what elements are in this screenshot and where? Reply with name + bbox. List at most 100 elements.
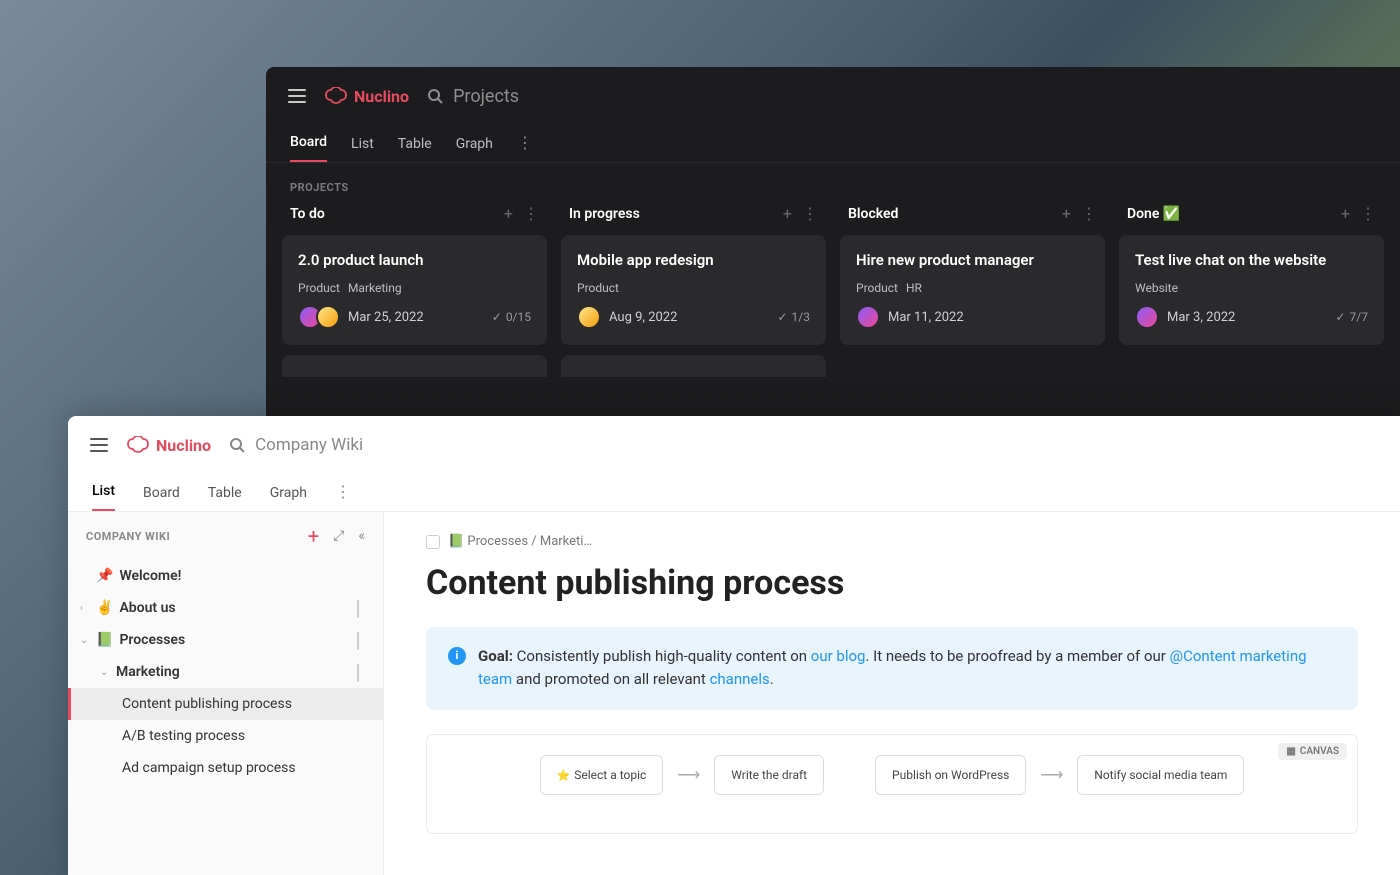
tag: Marketing — [348, 281, 402, 295]
callout-text: Goal: Consistently publish high-quality … — [478, 645, 1336, 692]
copy-icon[interactable] — [357, 633, 371, 647]
flow-node[interactable]: Notify social media team — [1077, 755, 1244, 795]
tab-graph[interactable]: Graph — [270, 485, 307, 511]
card-date: Mar 11, 2022 — [888, 310, 964, 325]
column-done: Done ✅ + ⋮ Test live chat on the website … — [1119, 204, 1384, 377]
tab-graph[interactable]: Graph — [456, 136, 493, 162]
card-stub[interactable] — [561, 355, 826, 377]
avatar — [1135, 305, 1159, 329]
tag: HR — [906, 281, 922, 295]
column-blocked: Blocked + ⋮ Hire new product manager Prod… — [840, 204, 1105, 377]
search-input[interactable]: Projects — [427, 86, 519, 107]
top-bar: Nuclino Projects — [266, 67, 1400, 125]
top-bar: Nuclino Company Wiki — [68, 416, 1400, 474]
tree-item-processes[interactable]: ⌄📗 Processes — [68, 624, 383, 656]
logo-text: Nuclino — [156, 436, 211, 455]
card[interactable]: Mobile app redesign Product Aug 9, 2022 … — [561, 235, 826, 345]
expand-icon[interactable]: ⤢ — [333, 528, 344, 544]
nuclino-logo[interactable]: Nuclino — [324, 87, 409, 106]
tree-item-about[interactable]: ›✌️ About us — [68, 592, 383, 624]
projects-window: Nuclino Projects Board List Table Graph … — [266, 67, 1400, 416]
card-title: Mobile app redesign — [577, 251, 810, 269]
tree-item-content-publishing[interactable]: Content publishing process — [68, 688, 383, 720]
flow-node[interactable]: Select a topic — [540, 755, 664, 795]
column-menu-icon[interactable]: ⋮ — [1081, 204, 1097, 223]
add-card-icon[interactable]: + — [504, 204, 513, 223]
tab-board[interactable]: Board — [143, 485, 180, 511]
checklist-icon: ✓ — [492, 310, 502, 324]
info-icon: i — [448, 647, 466, 665]
chevron-down-icon: ⌄ — [80, 635, 90, 646]
copy-icon[interactable] — [357, 601, 371, 615]
column-title: Done ✅ — [1127, 206, 1180, 222]
card[interactable]: Test live chat on the website Website Ma… — [1119, 235, 1384, 345]
avatar — [856, 305, 880, 329]
flow-diagram: Select a topic ⟶ Write the draft ⟶ Publi… — [445, 755, 1339, 795]
checkbox-icon[interactable] — [426, 535, 440, 549]
card-progress: ✓1/3 — [777, 310, 810, 324]
card-progress: ✓0/15 — [492, 310, 531, 324]
tree-item-ad-campaign[interactable]: Ad campaign setup process — [68, 752, 383, 784]
add-card-icon[interactable]: + — [1062, 204, 1071, 223]
card[interactable]: Hire new product manager ProductHR Mar 1… — [840, 235, 1105, 345]
tab-table[interactable]: Table — [398, 136, 432, 162]
menu-icon[interactable] — [90, 438, 108, 452]
logo-text: Nuclino — [354, 87, 409, 106]
tab-table[interactable]: Table — [208, 485, 242, 511]
avatar — [577, 305, 601, 329]
column-menu-icon[interactable]: ⋮ — [802, 204, 818, 223]
canvas-block[interactable]: ▦ CANVAS Select a topic ⟶ Write the draf… — [426, 734, 1358, 834]
page-content: 📗 Processes / Marketi… Content publishin… — [384, 512, 1400, 875]
channels-link[interactable]: channels — [710, 670, 770, 688]
book-icon: 📗 — [96, 632, 113, 648]
add-page-icon[interactable]: + — [308, 524, 319, 548]
card-progress: ✓7/7 — [1335, 310, 1368, 324]
card-date: Mar 25, 2022 — [348, 310, 424, 325]
column-title: Blocked — [848, 206, 898, 222]
victory-icon: ✌️ — [96, 600, 113, 616]
search-icon — [427, 88, 443, 104]
sidebar: COMPANY WIKI + ⤢ « 📌 Welcome! ›✌️ About … — [68, 512, 384, 875]
column-menu-icon[interactable]: ⋮ — [1360, 204, 1376, 223]
flow-node[interactable]: Publish on WordPress — [875, 755, 1026, 795]
column-menu-icon[interactable]: ⋮ — [523, 204, 539, 223]
wiki-window: Nuclino Company Wiki List Board Table Gr… — [68, 416, 1400, 875]
breadcrumb[interactable]: 📗 Processes / Marketi… — [426, 534, 1358, 549]
checklist-icon: ✓ — [1335, 310, 1345, 324]
tab-board[interactable]: Board — [290, 134, 327, 162]
tabs-more-icon[interactable]: ⋮ — [517, 133, 532, 162]
card-stub[interactable] — [282, 355, 547, 377]
tab-list[interactable]: List — [92, 483, 115, 511]
card-date: Mar 3, 2022 — [1167, 310, 1235, 325]
menu-icon[interactable] — [288, 89, 306, 103]
nuclino-logo[interactable]: Nuclino — [126, 436, 211, 455]
column-todo: To do +⋮ 2.0 product launch ProductMarke… — [282, 204, 547, 377]
column-title: In progress — [569, 206, 640, 222]
tree-item-welcome[interactable]: 📌 Welcome! — [68, 560, 383, 592]
add-card-icon[interactable]: + — [783, 204, 792, 223]
search-placeholder: Company Wiki — [255, 435, 363, 455]
add-card-icon[interactable]: + — [1341, 204, 1350, 223]
page-title: Content publishing process — [426, 563, 1358, 603]
page-tree: 📌 Welcome! ›✌️ About us ⌄📗 Processes ⌄ M… — [68, 560, 383, 875]
canvas-badge: ▦ CANVAS — [1278, 743, 1347, 760]
chevron-down-icon: ⌄ — [100, 667, 110, 678]
search-icon — [229, 437, 245, 453]
breadcrumb-text: 📗 Processes / Marketi… — [448, 534, 592, 549]
view-tabs: List Board Table Graph ⋮ — [68, 474, 1400, 512]
tab-list[interactable]: List — [351, 136, 374, 162]
search-placeholder: Projects — [453, 86, 519, 107]
tabs-more-icon[interactable]: ⋮ — [335, 482, 350, 511]
card-date: Aug 9, 2022 — [609, 310, 677, 325]
collapse-sidebar-icon[interactable]: « — [358, 528, 365, 544]
board-columns: To do +⋮ 2.0 product launch ProductMarke… — [266, 204, 1400, 377]
flow-node[interactable]: Write the draft — [714, 755, 824, 795]
tree-item-marketing[interactable]: ⌄ Marketing — [68, 656, 383, 688]
brain-icon — [324, 87, 348, 105]
copy-icon[interactable] — [357, 665, 371, 679]
card[interactable]: 2.0 product launch ProductMarketing Mar … — [282, 235, 547, 345]
blog-link[interactable]: our blog — [811, 647, 866, 665]
search-input[interactable]: Company Wiki — [229, 435, 363, 455]
tree-item-ab-testing[interactable]: A/B testing process — [68, 720, 383, 752]
chevron-right-icon: › — [80, 603, 90, 614]
